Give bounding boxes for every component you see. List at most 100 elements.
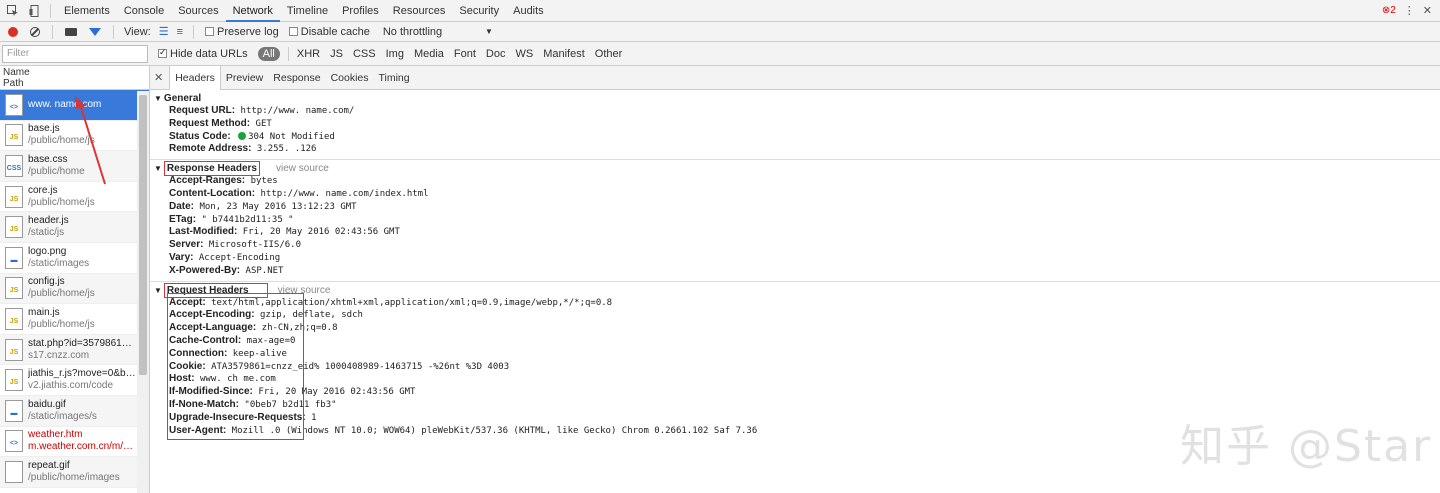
filter-type-ws[interactable]: WS xyxy=(515,48,533,60)
request-text: repeat.gif/public/home/images xyxy=(28,460,136,484)
tab-profiles[interactable]: Profiles xyxy=(335,0,386,22)
request-row[interactable]: repeat.gif/public/home/images xyxy=(0,457,149,488)
tab-response[interactable]: Response xyxy=(268,66,325,90)
response-headers-section-header[interactable]: ▼ Response Headers view source xyxy=(150,161,1440,177)
header-row: Cache-Control: max-age=0 xyxy=(150,335,1440,348)
tab-network[interactable]: Network xyxy=(225,0,280,22)
request-text: config.js/public/home/js xyxy=(28,276,136,300)
header-row: Content-Location: http://www. name.com/i… xyxy=(150,188,1440,201)
header-value: Microsoft-IIS/6.0 xyxy=(208,240,302,251)
request-text: main.js/public/home/js xyxy=(28,307,136,331)
list-view-icon[interactable]: ☰ xyxy=(159,25,169,38)
js-file-icon: JS xyxy=(5,185,23,208)
header-row: Status Code: 304 Not Modified xyxy=(150,131,1440,144)
general-section-header[interactable]: ▼ General xyxy=(150,92,1440,105)
filter-type-other[interactable]: Other xyxy=(595,48,623,60)
header-value: http://www. name.com/ xyxy=(240,106,355,116)
scrollbar-thumb[interactable] xyxy=(139,95,147,375)
throttling-value: No throttling xyxy=(382,25,443,38)
request-name: baidu.gif xyxy=(28,398,66,410)
request-name: config.js xyxy=(28,276,65,288)
filter-type-font[interactable]: Font xyxy=(454,48,476,60)
filter-icon[interactable] xyxy=(89,27,101,36)
header-value: Mon, 23 May 2016 13:12:23 GMT xyxy=(199,201,357,212)
filter-type-css[interactable]: CSS xyxy=(353,48,376,60)
tab-console[interactable]: Console xyxy=(117,0,171,22)
preserve-log-checkbox[interactable]: Preserve log xyxy=(205,26,279,38)
img-file-icon xyxy=(5,460,23,483)
request-name: logo.png xyxy=(28,245,67,257)
list-header[interactable]: Name Path xyxy=(0,66,149,90)
request-path: /static/images/s xyxy=(28,410,97,422)
filter-type-media[interactable]: Media xyxy=(414,48,444,60)
divider xyxy=(193,24,194,39)
tab-audits[interactable]: Audits xyxy=(506,0,551,22)
filter-type-xhr[interactable]: XHR xyxy=(297,48,320,60)
request-row[interactable]: JS config.js/public/home/js xyxy=(0,273,149,305)
header-row: Remote Address: 3.255. .126 xyxy=(150,143,1440,156)
disable-cache-checkbox[interactable]: Disable cache xyxy=(288,26,370,38)
filter-type-manifest[interactable]: Manifest xyxy=(543,48,585,60)
tab-headers[interactable]: Headers xyxy=(169,65,221,90)
response-headers-section: ▼ Response Headers view source Accept-Rang… xyxy=(150,160,1440,282)
request-path: /public/home/js xyxy=(28,288,95,300)
request-path: /public/home/js xyxy=(28,318,95,330)
expand-triangle-icon: ▼ xyxy=(154,285,162,295)
tab-resources[interactable]: Resources xyxy=(386,0,453,22)
tab-security[interactable]: Security xyxy=(452,0,506,22)
request-row[interactable]: ▬ logo.png/static/images xyxy=(0,243,149,274)
header-row: Request URL: http://www. name.com/ xyxy=(150,105,1440,118)
filter-type-js[interactable]: JS xyxy=(330,48,343,60)
request-row[interactable]: <> weather.htm m.weather.com.cn/m/pn8 xyxy=(0,427,149,458)
error-badge[interactable]: ⊗2 xyxy=(1382,5,1396,16)
request-row[interactable]: JSstat.php?id=3579861&we...s17.cnzz.com xyxy=(0,334,149,366)
overview-view-icon[interactable]: ≡ xyxy=(177,26,183,38)
throttling-select[interactable]: No throttling ▼ xyxy=(383,26,493,38)
js-file-icon: JS xyxy=(5,338,23,361)
filter-type-all[interactable]: All xyxy=(257,46,280,61)
scrollbar[interactable] xyxy=(137,91,149,493)
js-file-icon: JS xyxy=(5,124,23,147)
request-row[interactable]: JSjiathis_r.js?move=0&btn=...v2.jiathis.… xyxy=(0,365,149,396)
tab-elements[interactable]: Elements xyxy=(57,0,117,22)
header-row: Vary: Accept-Encoding xyxy=(150,252,1440,265)
checkbox-checked-icon xyxy=(158,47,167,58)
tab-timing[interactable]: Timing xyxy=(374,66,415,90)
response-view-source-link[interactable]: view source xyxy=(276,162,329,175)
tab-sources[interactable]: Sources xyxy=(171,0,225,22)
hide-data-urls-checkbox[interactable]: Hide data URLs xyxy=(158,47,248,60)
request-row[interactable]: JS main.js/public/home/js xyxy=(0,304,149,335)
clear-icon[interactable] xyxy=(30,26,40,37)
name-column-header: Name xyxy=(3,67,30,78)
tab-timeline[interactable]: Timeline xyxy=(280,0,335,22)
details-tabbar: ✕ Headers Preview Response Cookies Timin… xyxy=(150,65,1440,90)
request-headers-section-header[interactable]: ▼ Request Headers view source xyxy=(150,282,1440,298)
filter-type-doc[interactable]: Doc xyxy=(486,48,506,60)
more-menu-icon[interactable]: ⋮ xyxy=(1404,4,1415,17)
tab-preview[interactable]: Preview xyxy=(221,66,268,90)
request-path: s17.cnzz.com xyxy=(28,349,90,361)
watermark: 知乎 @Star xyxy=(1180,421,1433,472)
header-row: Cookie: ATA3579861=cnzz_eid% 1000408989-… xyxy=(150,361,1440,374)
request-name: stat.php?id=3579861&we... xyxy=(28,337,136,349)
tab-cookies[interactable]: Cookies xyxy=(326,66,374,90)
checkbox-icon xyxy=(205,27,214,36)
filter-input[interactable]: Filter xyxy=(2,44,148,63)
header-value: 1 xyxy=(311,412,317,423)
record-icon[interactable] xyxy=(8,26,18,37)
request-row[interactable]: JS header.js/static/js xyxy=(0,212,149,243)
device-mode-icon[interactable] xyxy=(26,2,44,20)
checkbox-icon xyxy=(288,27,298,36)
capture-screenshots-icon[interactable] xyxy=(65,27,77,36)
close-icon[interactable]: ✕ xyxy=(1423,4,1432,17)
filter-type-img[interactable]: Img xyxy=(386,48,404,60)
request-text: logo.png/static/images xyxy=(28,246,136,270)
request-row[interactable]: ▬ baidu.gif/static/images/s xyxy=(0,395,149,427)
request-path: /static/js xyxy=(28,227,65,239)
request-path: v2.jiathis.com/code xyxy=(28,380,114,392)
request-text: stat.php?id=3579861&we...s17.cnzz.com xyxy=(28,338,136,362)
error-count: 2 xyxy=(1390,5,1396,16)
close-details-icon[interactable]: ✕ xyxy=(154,71,163,84)
inspect-icon[interactable] xyxy=(4,2,22,20)
request-text: header.js/static/js xyxy=(28,215,136,239)
